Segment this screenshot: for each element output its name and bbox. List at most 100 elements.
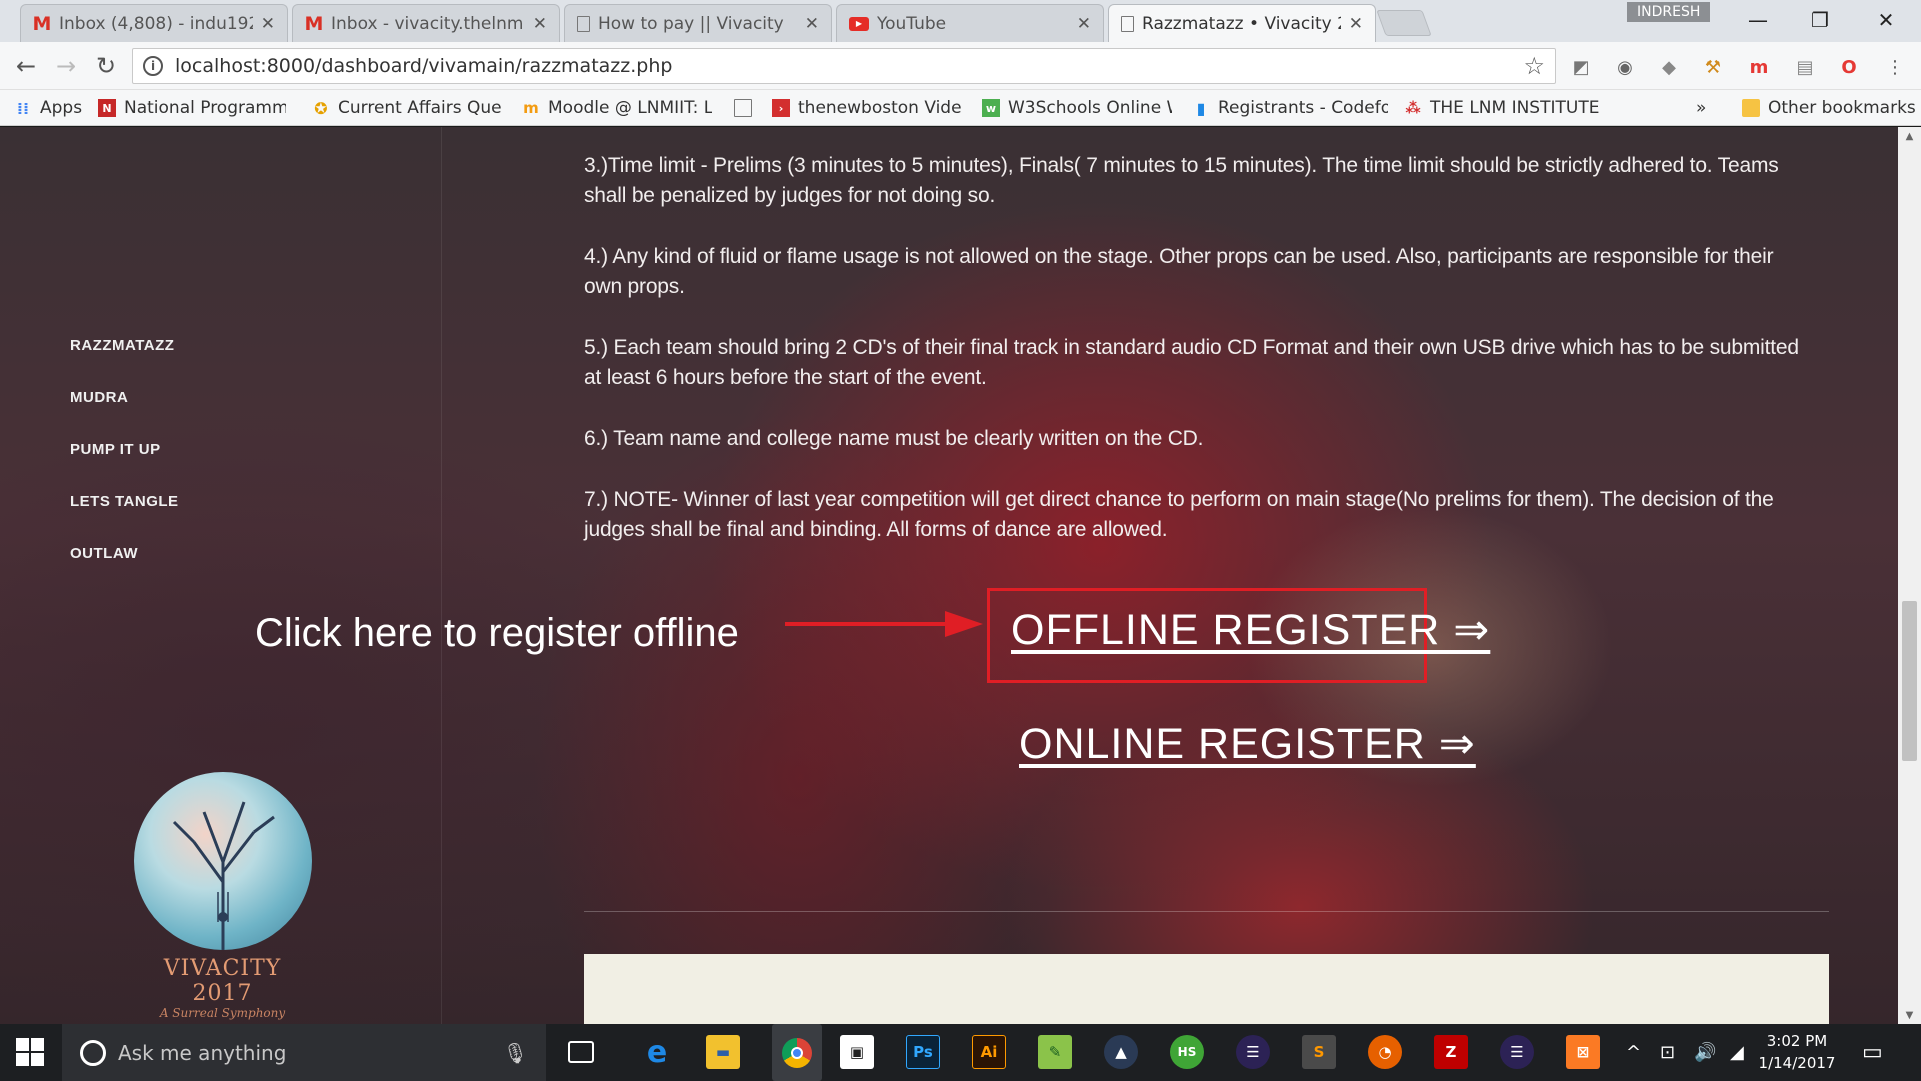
bookmark-w3schools[interactable]: w W3Schools Online We	[982, 96, 1172, 120]
page-scrollbar[interactable]: ▲ ▼	[1898, 127, 1921, 1024]
bookmark-label: thenewboston Videos	[798, 98, 962, 118]
tab-youtube[interactable]: ▶ YouTube ✕	[836, 4, 1104, 42]
reload-icon[interactable]: ↻	[90, 50, 122, 82]
extension-globe-icon[interactable]: ◉	[1612, 54, 1638, 80]
cortana-search-box[interactable]: Ask me anything 🎙	[62, 1024, 546, 1081]
photoshop-icon[interactable]: Ps	[906, 1035, 940, 1069]
close-tab-icon[interactable]: ✕	[1077, 14, 1091, 34]
windows-start-icon[interactable]	[16, 1038, 46, 1068]
bookmark-apps[interactable]: ⁞⁞ Apps	[14, 96, 82, 120]
chrome-icon[interactable]	[772, 1024, 822, 1081]
grid-logo-icon: ⁂	[1405, 99, 1421, 117]
tab-how-to-pay[interactable]: How to pay || Vivacity ✕	[564, 4, 832, 42]
bookmark-current-affairs[interactable]: ✪ Current Affairs Questi	[312, 96, 502, 120]
file-explorer-icon[interactable]: ▬	[706, 1035, 740, 1069]
logo-title: VIVACITY 2017	[163, 956, 282, 1006]
search-placeholder: Ask me anything	[118, 1040, 287, 1065]
close-tab-icon[interactable]: ✕	[261, 14, 275, 34]
bookmark-star-icon[interactable]: ☆	[1523, 52, 1545, 80]
offline-register-link[interactable]: OFFLINE REGISTER ⇒	[1011, 605, 1490, 655]
annotation-arrow-icon	[785, 611, 983, 637]
scrollbar-thumb[interactable]	[1902, 601, 1917, 761]
sidebar-item-pump-it-up[interactable]: PUMP IT UP	[70, 441, 179, 493]
restore-icon[interactable]: ❐	[1800, 6, 1840, 34]
firefox-icon[interactable]: ◔	[1368, 1035, 1402, 1069]
bookmark-blank[interactable]	[734, 96, 754, 120]
sidebar-item-mudra[interactable]: MUDRA	[70, 389, 179, 441]
wifi-icon[interactable]: ◢	[1730, 1024, 1744, 1081]
bookmark-other[interactable]: Other bookmarks	[1742, 96, 1916, 120]
close-window-icon[interactable]: ✕	[1866, 6, 1906, 34]
extension-shield-icon[interactable]: ◆	[1656, 54, 1682, 80]
rule-4: 4.) Any kind of fluid or flame usage is …	[584, 245, 1774, 298]
network-icon[interactable]: ⊡	[1660, 1024, 1675, 1081]
tab-label: Inbox - vivacity.thelnmiit	[331, 13, 525, 34]
extension-notification-icon[interactable]: m	[1746, 54, 1772, 80]
tab-label: Razzmatazz • Vivacity 20	[1142, 13, 1341, 34]
filezilla-icon[interactable]: Z	[1434, 1035, 1468, 1069]
sidebar-item-lets-tangle[interactable]: LETS TANGLE	[70, 493, 179, 545]
microphone-icon[interactable]: 🎙	[503, 1041, 528, 1065]
document-icon	[577, 15, 590, 32]
scroll-down-icon[interactable]: ▼	[1898, 1006, 1921, 1024]
bookmark-codeforces[interactable]: ▮ Registrants - Codefor	[1192, 96, 1388, 120]
xampp-icon[interactable]: ⊠	[1566, 1035, 1600, 1069]
forward-arrow-icon[interactable]: →	[50, 50, 82, 82]
eclipse-icon[interactable]: ☰	[1236, 1035, 1270, 1069]
vpn-icon[interactable]: ▲	[1104, 1035, 1138, 1069]
bookmark-label: W3Schools Online We	[1008, 98, 1172, 118]
close-tab-icon[interactable]: ✕	[805, 14, 819, 34]
sidebar-item-outlaw[interactable]: OUTLAW	[70, 545, 179, 597]
rule-5: 5.) Each team should bring 2 CD's of the…	[584, 336, 1799, 389]
illustrator-icon[interactable]: Ai	[972, 1035, 1006, 1069]
system-clock[interactable]: 3:02 PM 1/14/2017	[1752, 1030, 1842, 1074]
tab-label: YouTube	[877, 13, 947, 34]
document-icon	[1121, 15, 1134, 32]
store-icon[interactable]: ▣	[840, 1035, 874, 1069]
bookmark-thenewboston[interactable]: › thenewboston Videos	[772, 96, 962, 120]
profile-badge[interactable]: INDRESH	[1627, 2, 1711, 22]
info-icon[interactable]: i	[143, 56, 163, 76]
close-tab-icon[interactable]: ✕	[533, 14, 547, 34]
bookmark-moodle[interactable]: m Moodle @ LNMIIT: Lo	[522, 96, 712, 120]
close-tab-icon[interactable]: ✕	[1349, 14, 1363, 34]
sublime-icon[interactable]: S	[1302, 1035, 1336, 1069]
tab-razzmatazz[interactable]: Razzmatazz • Vivacity 20 ✕	[1108, 4, 1376, 42]
volume-icon[interactable]: 🔊	[1694, 1024, 1716, 1081]
tab-label: How to pay || Vivacity	[598, 13, 784, 34]
cortana-icon	[80, 1039, 106, 1066]
tray-chevron-icon[interactable]: ^	[1626, 1024, 1641, 1081]
scroll-up-icon[interactable]: ▲	[1898, 127, 1921, 145]
action-center-icon[interactable]: ▭	[1862, 1024, 1883, 1081]
edge-icon[interactable]: e	[640, 1035, 674, 1070]
bookmark-lnm-institute[interactable]: ⁂ THE LNM INSTITUTE C	[1404, 96, 1600, 120]
annotation-label: Click here to register offline	[255, 611, 739, 655]
notepad-plus-icon[interactable]: ✎	[1038, 1035, 1072, 1069]
online-register-link[interactable]: ONLINE REGISTER ⇒	[1019, 719, 1476, 769]
eclipse-2-icon[interactable]: ☰	[1500, 1035, 1534, 1069]
bookmark-label: Current Affairs Questi	[338, 98, 502, 118]
task-view-icon[interactable]	[568, 1041, 594, 1063]
tab-gmail-inbox[interactable]: M Inbox (4,808) - indu1922 ✕	[20, 4, 288, 42]
sidebar-item-razzmatazz[interactable]: RAZZMATAZZ	[70, 337, 179, 389]
logo-subtitle: A Surreal Symphony	[159, 1006, 286, 1020]
address-bar[interactable]: i localhost:8000/dashboard/vivamain/razz…	[132, 48, 1556, 84]
bookmark-national-programme[interactable]: N National Programme	[98, 96, 286, 120]
bookmarks-overflow[interactable]: »	[1696, 96, 1706, 120]
minimize-icon[interactable]: —	[1738, 6, 1778, 34]
browser-tab-strip: M Inbox (4,808) - indu1922 ✕ M Inbox - v…	[0, 0, 1921, 42]
opera-icon[interactable]: O	[1836, 54, 1862, 80]
bookmark-label: THE LNM INSTITUTE C	[1430, 98, 1600, 118]
extension-cast-icon[interactable]: ◩	[1568, 54, 1594, 80]
extension-hammer-icon[interactable]: ⚒	[1700, 54, 1726, 80]
bookmark-label: Moodle @ LNMIIT: Lo	[548, 98, 712, 118]
youtube-icon: ▶	[849, 16, 869, 31]
back-arrow-icon[interactable]: ←	[10, 50, 42, 82]
clock-time: 3:02 PM	[1766, 1032, 1828, 1050]
extension-reader-icon[interactable]: ▤	[1792, 54, 1818, 80]
hotspot-shield-icon[interactable]: HS	[1170, 1035, 1204, 1069]
logo-moon-icon	[133, 772, 312, 950]
tab-gmail-vivacity[interactable]: M Inbox - vivacity.thelnmiit ✕	[292, 4, 560, 42]
menu-kebab-icon[interactable]: ⋮	[1882, 54, 1908, 80]
new-tab-button[interactable]	[1376, 10, 1432, 36]
